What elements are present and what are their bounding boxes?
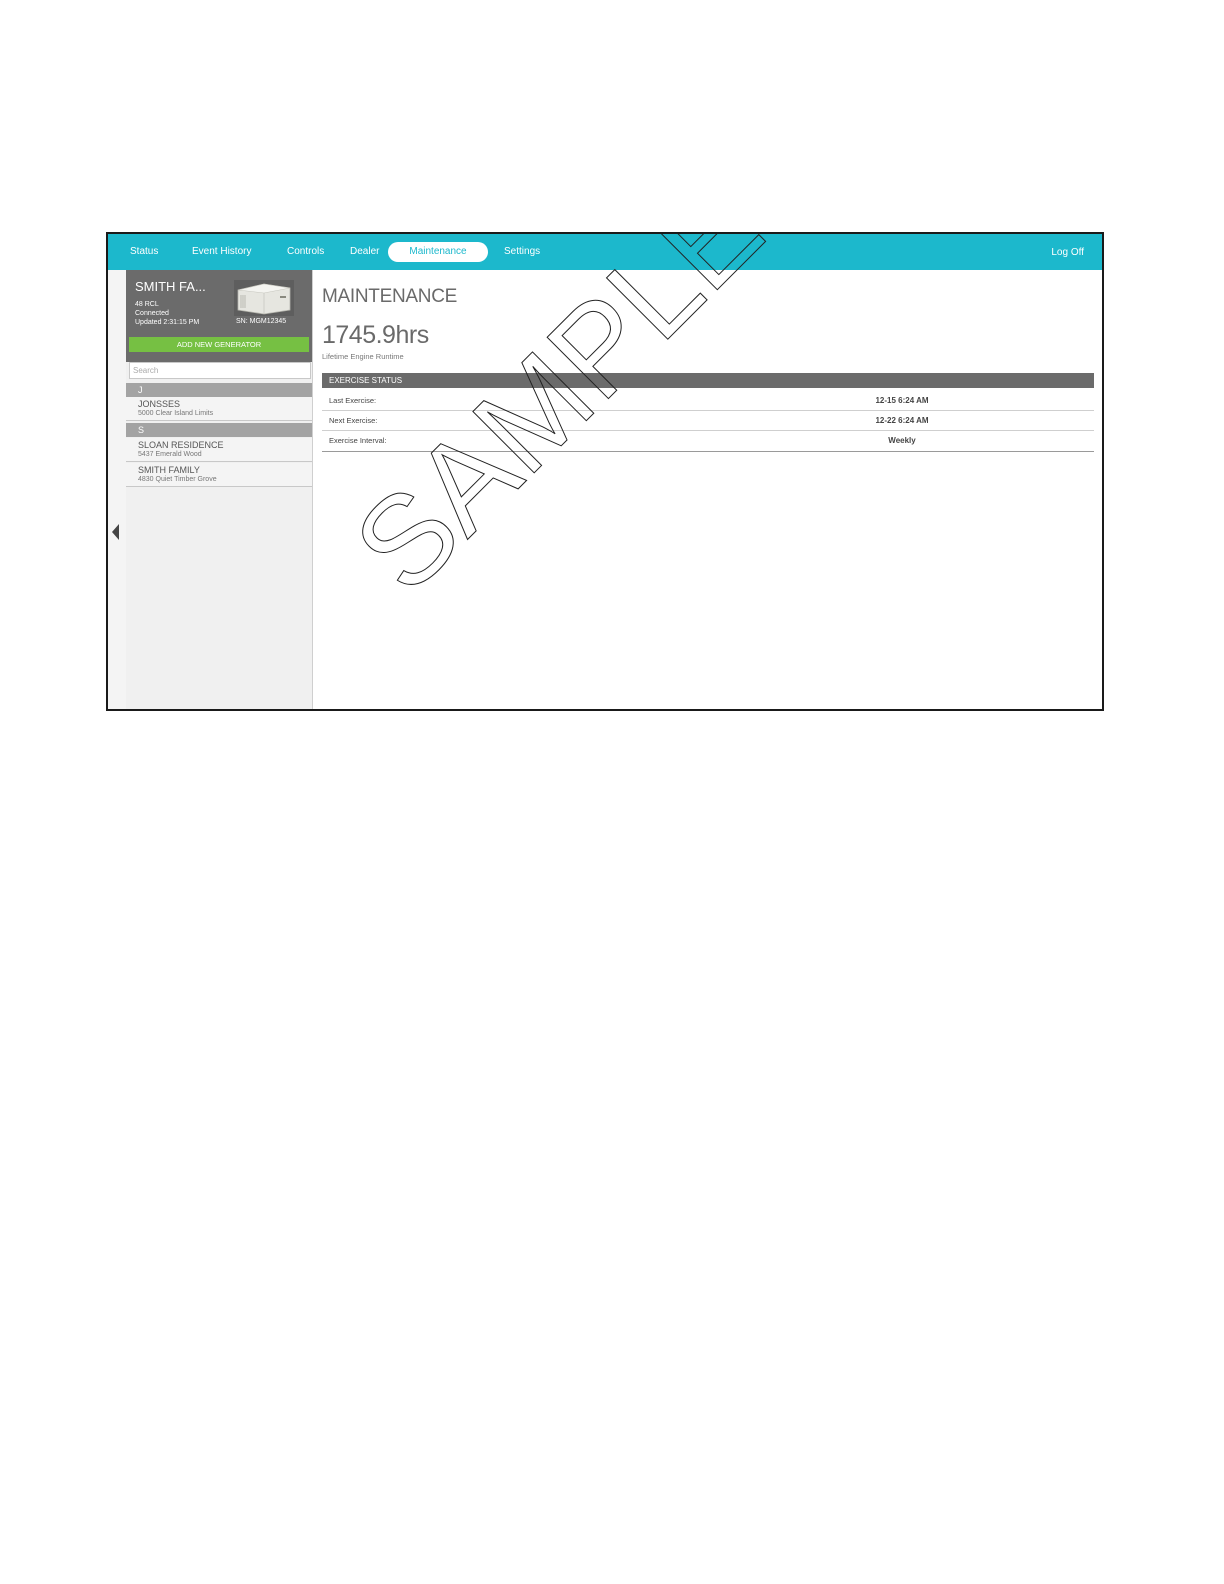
exercise-interval-label: Exercise Interval: [329, 436, 387, 445]
site-name: JONSSES [138, 399, 181, 409]
collapse-left-icon[interactable] [112, 524, 119, 540]
group-header-s: S [126, 423, 312, 437]
tab-dealer[interactable]: Dealer [350, 234, 379, 270]
log-off-link[interactable]: Log Off [1051, 234, 1084, 270]
table-row: Next Exercise: 12-22 6:24 AM [322, 410, 1094, 431]
search-input[interactable] [129, 362, 311, 379]
tab-maintenance[interactable]: Maintenance [388, 242, 488, 262]
tab-settings[interactable]: Settings [504, 234, 540, 270]
generator-updated: Updated 2:31:15 PM [135, 319, 200, 326]
add-new-generator-button[interactable]: ADD NEW GENERATOR [129, 337, 309, 352]
generator-image [234, 280, 294, 316]
sidebar: SMITH FA... 48 RCL Connected Updated 2:3… [126, 270, 313, 709]
list-item[interactable]: SMITH FAMILY 4830 Quiet Timber Grove [126, 463, 312, 487]
generator-serial: SN: MGM12345 [236, 318, 287, 325]
tab-controls[interactable]: Controls [287, 234, 324, 270]
table-row: Exercise Interval: Weekly [322, 430, 1094, 452]
next-exercise-value: 12-22 6:24 AM [875, 416, 929, 425]
generator-card[interactable]: SMITH FA... 48 RCL Connected Updated 2:3… [126, 270, 312, 362]
generator-status: Connected [135, 310, 169, 317]
site-name: SLOAN RESIDENCE [138, 440, 224, 450]
tab-event-history[interactable]: Event History [192, 234, 251, 270]
tab-status[interactable]: Status [130, 234, 158, 270]
next-exercise-label: Next Exercise: [329, 416, 378, 425]
site-address: 5437 Emerald Wood [138, 451, 202, 458]
top-nav: Status Event History Controls Dealer Mai… [108, 234, 1102, 270]
exercise-interval-value: Weekly [888, 436, 916, 445]
generator-info: 48 RCL Connected Updated 2:31:15 PM [135, 300, 199, 327]
generator-name: SMITH FA... [135, 279, 206, 294]
list-item[interactable]: JONSSES 5000 Clear Island Limits [126, 397, 312, 421]
last-exercise-value: 12-15 6:24 AM [875, 396, 929, 405]
main-content: MAINTENANCE 1745.9hrs Lifetime Engine Ru… [313, 270, 1102, 709]
sidebar-collapse-strip [108, 270, 127, 709]
table-row: Last Exercise: 12-15 6:24 AM [322, 390, 1094, 411]
site-name: SMITH FAMILY [138, 465, 200, 475]
runtime-value: 1745.9hrs [322, 321, 429, 349]
generator-model: 48 RCL [135, 301, 159, 308]
last-exercise-label: Last Exercise: [329, 396, 377, 405]
site-address: 5000 Clear Island Limits [138, 410, 214, 417]
group-header-j: J [126, 383, 312, 397]
list-item[interactable]: SLOAN RESIDENCE 5437 Emerald Wood [126, 438, 312, 462]
exercise-status-header: EXERCISE STATUS [322, 373, 1094, 388]
site-address: 4830 Quiet Timber Grove [138, 476, 217, 483]
app-window: Status Event History Controls Dealer Mai… [106, 232, 1104, 711]
page-title: MAINTENANCE [322, 286, 457, 307]
runtime-label: Lifetime Engine Runtime [322, 352, 404, 361]
